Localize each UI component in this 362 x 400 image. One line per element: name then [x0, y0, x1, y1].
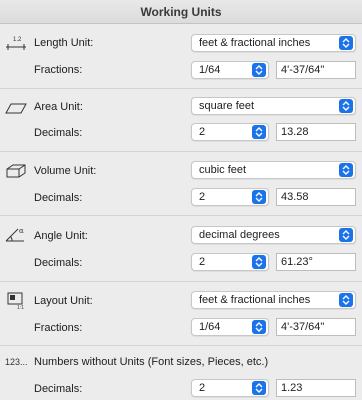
ruler-length-icon: 1.2 — [4, 34, 28, 54]
angle-decimals-value: 2 — [199, 256, 206, 268]
layout-sheet-icon: 1:1 — [4, 290, 28, 310]
parallelogram-area-icon — [4, 98, 28, 118]
chevron-updown-icon — [252, 190, 266, 204]
numbers-decimals-value: 2 — [199, 382, 206, 394]
box-volume-icon — [4, 161, 28, 181]
angle-unit-value: decimal degrees — [199, 229, 280, 241]
angle-decimals-select[interactable]: 2 — [191, 253, 269, 271]
angle-preview-field: 61.23° — [276, 253, 356, 271]
length-unit-label: Length Unit: — [34, 37, 94, 49]
chevron-updown-icon — [339, 293, 353, 307]
numbers-unit-label: Numbers without Units (Font sizes, Piece… — [34, 356, 269, 368]
length-fractions-select[interactable]: 1/64 — [191, 61, 269, 79]
volume-decimals-select[interactable]: 2 — [191, 188, 269, 206]
layout-preview-field: 4'-37/64" — [276, 318, 356, 336]
chevron-updown-icon — [339, 36, 353, 50]
volume-decimals-label: Decimals: — [34, 192, 83, 204]
svg-text:1:1: 1:1 — [17, 305, 24, 310]
chevron-updown-icon — [339, 99, 353, 113]
numbers-preview-field: 1.23 — [276, 379, 356, 397]
layout-unit-value: feet & fractional inches — [199, 294, 311, 306]
length-unit-value: feet & fractional inches — [199, 37, 311, 49]
chevron-updown-icon — [339, 163, 353, 177]
section-divider — [0, 345, 362, 346]
layout-fractions-select[interactable]: 1/64 — [191, 318, 269, 336]
area-unit-select[interactable]: square feet — [191, 97, 356, 115]
chevron-updown-icon — [252, 381, 266, 395]
area-decimals-value: 2 — [199, 126, 206, 138]
section-divider — [0, 151, 362, 152]
numbers-icon-text: 123... — [5, 357, 28, 367]
volume-preview-field: 43.58 — [276, 188, 356, 206]
section-divider — [0, 88, 362, 89]
section-divider — [0, 215, 362, 216]
window-title: Working Units — [140, 4, 222, 19]
angle-unit-label: Angle Unit: — [34, 230, 88, 242]
angle-unit-select[interactable]: decimal degrees — [191, 226, 356, 244]
area-decimals-select[interactable]: 2 — [191, 123, 269, 141]
area-preview-field: 13.28 — [276, 123, 356, 141]
numbers-decimals-label: Decimals: — [34, 383, 83, 395]
chevron-updown-icon — [252, 320, 266, 334]
chevron-updown-icon — [252, 125, 266, 139]
volume-unit-select[interactable]: cubic feet — [191, 161, 356, 179]
length-unit-select[interactable]: feet & fractional inches — [191, 34, 356, 52]
volume-unit-label: Volume Unit: — [34, 165, 97, 177]
area-unit-label: Area Unit: — [34, 101, 83, 113]
svg-text:1.2: 1.2 — [13, 37, 22, 43]
window-titlebar: Working Units — [0, 0, 362, 24]
layout-unit-select[interactable]: feet & fractional inches — [191, 291, 356, 309]
length-preview-field: 4'-37/64" — [276, 61, 356, 79]
length-fractions-value: 1/64 — [199, 64, 221, 76]
volume-unit-value: cubic feet — [199, 164, 247, 176]
area-unit-value: square feet — [199, 100, 255, 112]
area-decimals-label: Decimals: — [34, 127, 83, 139]
chevron-updown-icon — [252, 255, 266, 269]
layout-fractions-label: Fractions: — [34, 322, 83, 334]
layout-fractions-value: 1/64 — [199, 321, 221, 333]
volume-decimals-value: 2 — [199, 191, 206, 203]
chevron-updown-icon — [339, 228, 353, 242]
section-divider — [0, 281, 362, 282]
layout-unit-label: Layout Unit: — [34, 295, 93, 307]
angle-decimals-label: Decimals: — [34, 257, 83, 269]
svg-text:α: α — [19, 227, 24, 235]
length-fractions-label: Fractions: — [34, 64, 83, 76]
numbers-decimals-select[interactable]: 2 — [191, 379, 269, 397]
angle-icon: α — [4, 225, 28, 245]
chevron-updown-icon — [252, 63, 266, 77]
